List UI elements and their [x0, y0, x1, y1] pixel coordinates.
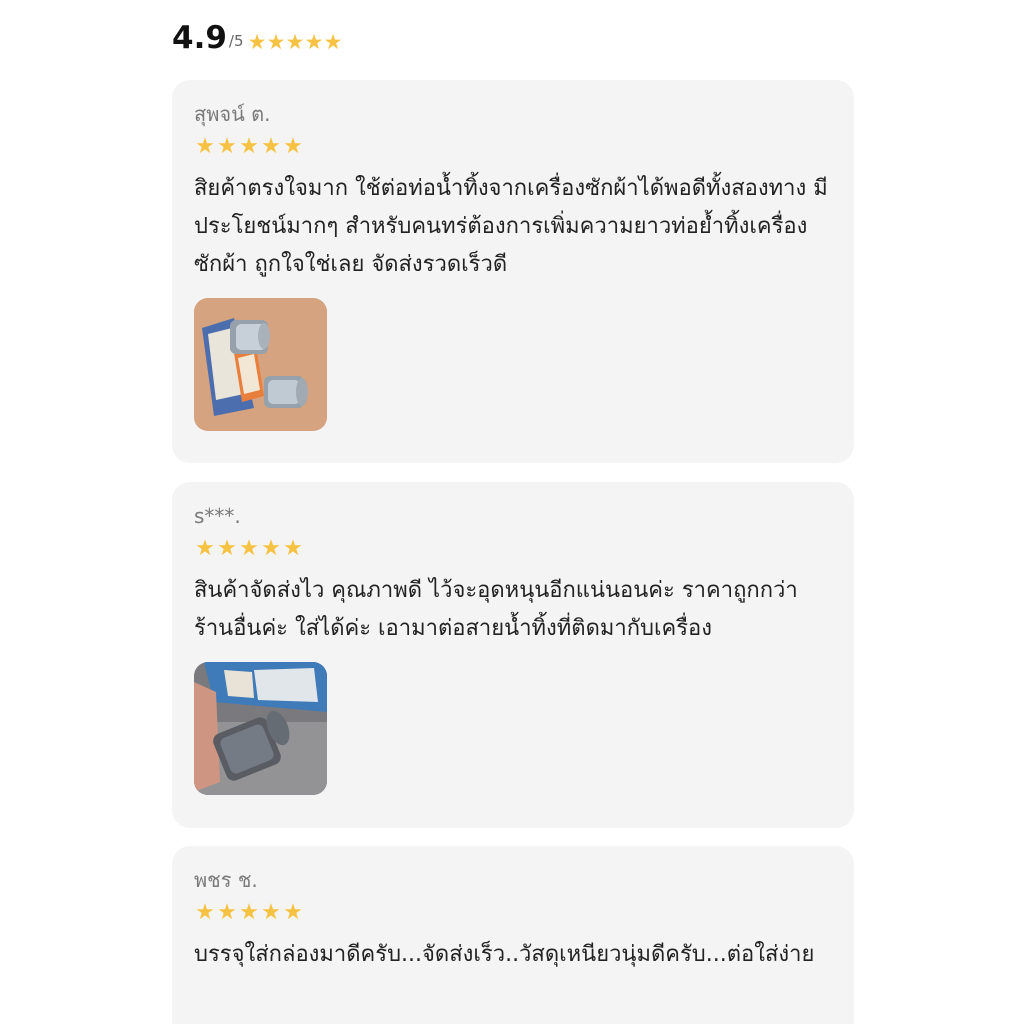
star-icon: ★ — [285, 30, 305, 54]
summary-stars: ★ ★ ★ ★ ★ — [248, 32, 343, 53]
review-text: บรรจุใส่กล่องมาดีครับ...จัดส่งเร็ว..วัสด… — [194, 942, 815, 967]
star-icon: ★ — [247, 30, 267, 54]
reviewer-name: สุพจน์ ต. — [194, 102, 271, 126]
reviewer-name: พชร ช. — [194, 868, 258, 892]
star-icon: ★ — [239, 536, 259, 561]
average-rating: 4.9 — [172, 20, 227, 56]
star-icon: ★ — [304, 30, 324, 54]
star-icon: ★ — [239, 900, 259, 925]
reviewer-name: s***. — [194, 504, 241, 528]
review-text: สิยค้าตรงใจมาก ใช้ต่อท่อน้ำทิ้งจากเครื่อ… — [194, 176, 828, 277]
review-stars: ★ ★ ★ ★ ★ — [194, 136, 832, 158]
star-icon: ★ — [195, 536, 215, 561]
review-card: พชร ช. ★ ★ ★ ★ ★ บรรจุใส่กล่องมาดีครับ..… — [172, 846, 854, 1024]
review-text: สินค้าจัดส่งไว คุณภาพดี ไว้จะอุดหนุนอีกแ… — [194, 578, 798, 641]
star-icon: ★ — [261, 536, 281, 561]
star-icon: ★ — [217, 900, 237, 925]
review-photo[interactable] — [194, 298, 327, 431]
star-icon: ★ — [261, 134, 281, 159]
star-icon: ★ — [283, 900, 303, 925]
star-icon: ★ — [217, 134, 237, 159]
rating-max: /5 — [228, 32, 244, 50]
star-icon: ★ — [283, 536, 303, 561]
review-card: s***. ★ ★ ★ ★ ★ สินค้าจัดส่งไว คุณภาพดี … — [172, 482, 854, 828]
rating-summary: 4.9 /5 ★ ★ ★ ★ ★ — [172, 10, 343, 54]
star-icon: ★ — [195, 134, 215, 159]
star-icon: ★ — [195, 900, 215, 925]
reviews-page: 4.9 /5 ★ ★ ★ ★ ★ สุพจน์ ต. ★ ★ ★ ★ ★ สิย… — [0, 0, 1024, 1024]
review-photo[interactable] — [194, 662, 327, 795]
star-icon: ★ — [261, 900, 281, 925]
review-stars: ★ ★ ★ ★ ★ — [194, 902, 832, 924]
star-icon: ★ — [266, 30, 286, 54]
review-card: สุพจน์ ต. ★ ★ ★ ★ ★ สิยค้าตรงใจมาก ใช้ต่… — [172, 80, 854, 463]
star-icon: ★ — [239, 134, 259, 159]
star-icon: ★ — [283, 134, 303, 159]
star-icon: ★ — [323, 30, 343, 54]
star-icon: ★ — [217, 536, 237, 561]
review-stars: ★ ★ ★ ★ ★ — [194, 538, 832, 560]
